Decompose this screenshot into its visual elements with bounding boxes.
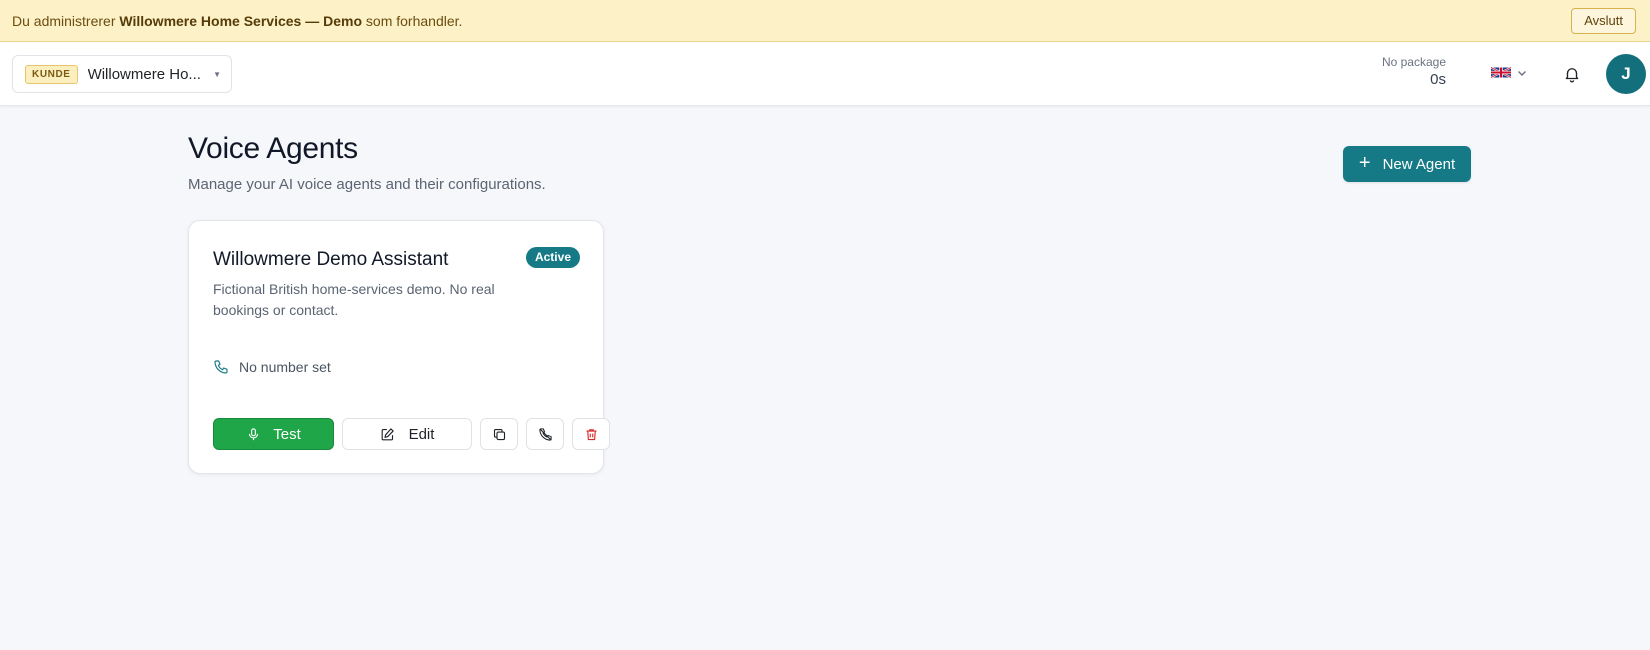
phone-number-row: No number set: [213, 359, 331, 375]
edit-icon: [381, 427, 394, 440]
package-usage-value: 0s: [1430, 71, 1446, 88]
package-usage: No package 0s: [1382, 54, 1446, 90]
status-badge: Active: [525, 247, 580, 268]
edit-agent-button[interactable]: Edit: [342, 418, 472, 450]
tenant-switcher[interactable]: KUNDE Willowmere Ho... ▼: [12, 55, 232, 93]
avatar-initial: J: [1621, 64, 1631, 83]
chevron-down-icon: [1518, 70, 1526, 76]
microphone-icon: [249, 427, 259, 440]
banner-text: Du administrerer Willowmere Home Service…: [12, 13, 462, 29]
uk-flag-icon: [1491, 66, 1511, 79]
language-selector[interactable]: [1491, 66, 1527, 79]
duplicate-agent-button[interactable]: [480, 418, 518, 450]
plus-icon: +: [1358, 152, 1371, 174]
bell-icon[interactable]: [1563, 64, 1581, 84]
impersonation-banner: Du administrerer Willowmere Home Service…: [0, 0, 1650, 42]
copy-icon: [493, 428, 505, 440]
tenant-type-badge: KUNDE: [25, 64, 78, 84]
edit-label: Edit: [408, 425, 435, 443]
page-title: Voice Agents: [188, 132, 358, 165]
banner-prefix: Du administrerer: [12, 12, 116, 29]
agent-card: Willowmere Demo Assistant Active Fiction…: [188, 220, 610, 474]
agent-actions: Test Edit: [213, 418, 610, 450]
page-subtitle: Manage your AI voice agents and their co…: [188, 176, 546, 193]
test-label: Test: [273, 425, 301, 443]
phone-off-icon: [538, 427, 552, 441]
test-agent-button[interactable]: Test: [213, 418, 334, 450]
delete-agent-button[interactable]: [572, 418, 610, 450]
caret-down-icon: ▼: [213, 69, 221, 79]
user-avatar[interactable]: J: [1606, 54, 1646, 94]
new-agent-button[interactable]: + New Agent: [1343, 146, 1471, 182]
banner-suffix: som forhandler.: [365, 12, 463, 29]
agent-name: Willowmere Demo Assistant: [213, 249, 449, 270]
top-bar: KUNDE Willowmere Ho... ▼ No package 0s J: [0, 42, 1650, 106]
banner-tenant-name: Willowmere Home Services — Demo: [119, 12, 363, 29]
phone-icon: [214, 360, 228, 374]
new-agent-label: New Agent: [1382, 155, 1456, 173]
tenant-name: Willowmere Ho...: [87, 65, 201, 83]
agent-description: Fictional British home-services demo. No…: [213, 281, 495, 318]
package-label: No package: [1381, 55, 1446, 69]
phone-number: No number set: [239, 359, 331, 375]
trash-icon: [586, 428, 596, 440]
deactivate-agent-button[interactable]: [526, 418, 564, 450]
exit-impersonation-button[interactable]: Avslutt: [1571, 7, 1636, 34]
